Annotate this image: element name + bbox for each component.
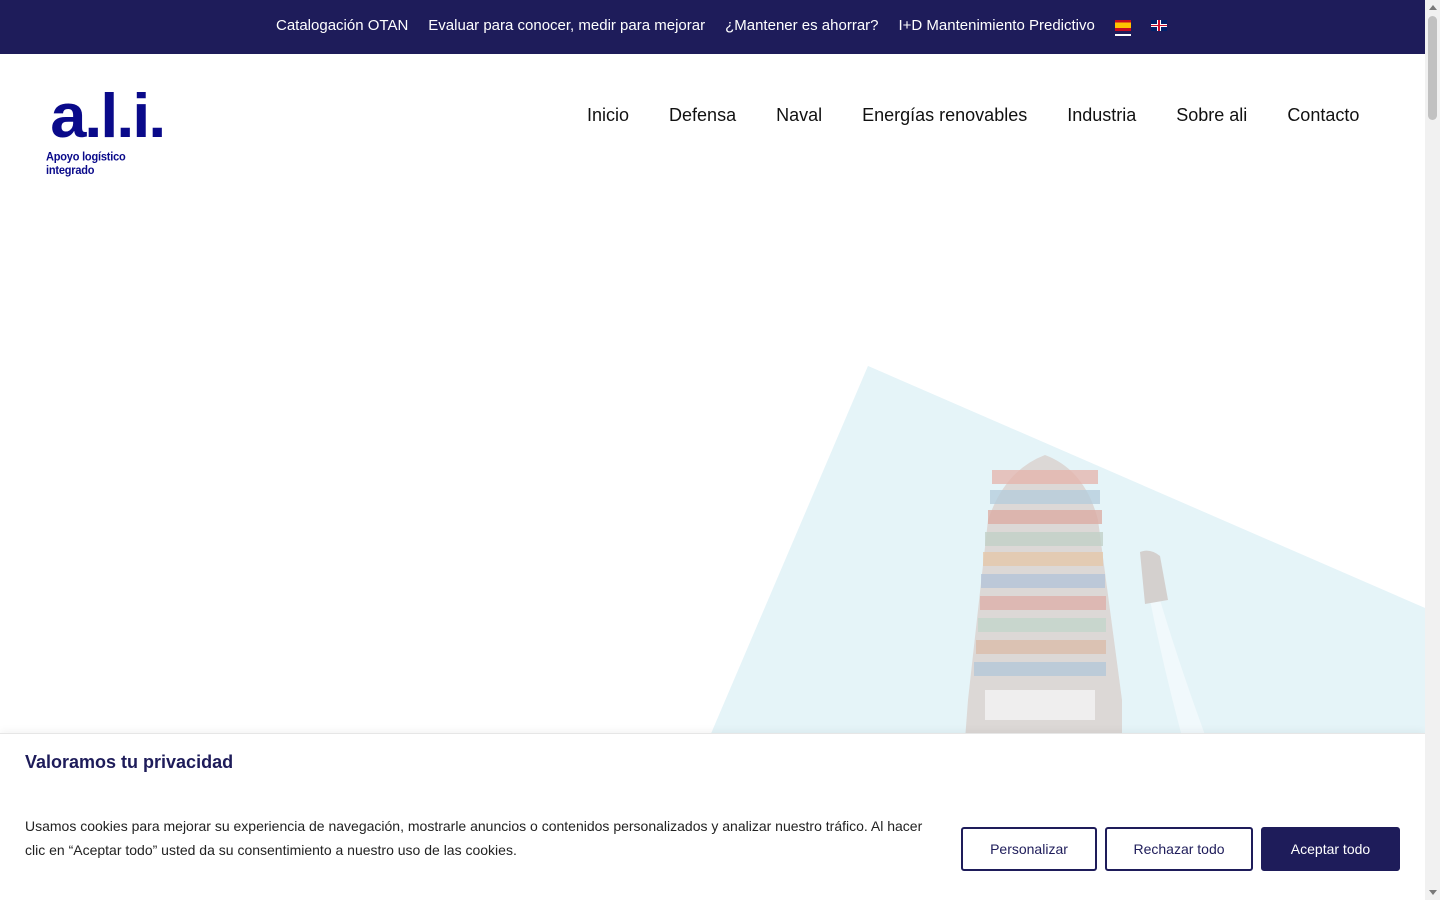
top-links: Catalogación OTAN Evaluar para conocer, … [276,0,1167,50]
top-link-catalogacion[interactable]: Catalogación OTAN [276,17,408,34]
cookie-buttons: Personalizar Rechazar todo Aceptar todo [961,827,1400,871]
page-scrollbar[interactable] [1425,0,1440,900]
logo-mark: a.l.i. [50,82,166,151]
customize-button[interactable]: Personalizar [961,827,1097,871]
top-bar: Catalogación OTAN Evaluar para conocer, … [0,0,1425,54]
tugboat-icon [1140,550,1168,604]
cookie-text: Usamos cookies para mejorar su experienc… [25,818,923,858]
main-nav: Inicio Defensa Naval Energías renovables… [587,105,1359,126]
spanish-flag-icon[interactable] [1114,19,1131,36]
site-logo[interactable]: a.l.i. Apoyo logístico integrado [46,86,176,178]
reject-all-button[interactable]: Rechazar todo [1105,827,1253,871]
logo-subtitle: Apoyo logístico integrado [46,150,126,178]
ship-icon [965,455,1122,740]
nav-item-defensa[interactable]: Defensa [669,105,736,126]
nav-item-sobre[interactable]: Sobre ali [1176,105,1247,126]
english-flag-icon[interactable] [1150,19,1167,31]
top-link-id[interactable]: I+D Mantenimiento Predictivo [899,17,1095,34]
nav-item-inicio[interactable]: Inicio [587,105,629,126]
nav-item-energias[interactable]: Energías renovables [862,105,1027,126]
accept-all-button[interactable]: Aceptar todo [1261,827,1400,871]
nav-item-naval[interactable]: Naval [776,105,822,126]
top-link-mantener[interactable]: ¿Mantener es ahorrar? [725,17,878,34]
scroll-down-icon[interactable] [1429,890,1437,895]
nav-item-contacto[interactable]: Contacto [1287,105,1359,126]
nav-item-industria[interactable]: Industria [1067,105,1136,126]
cookie-title: Valoramos tu privacidad [25,752,234,772]
scroll-up-icon[interactable] [1429,5,1437,10]
scroll-thumb[interactable] [1428,16,1437,120]
cookie-banner: Valoramos tu privacidad Usamos cookies p… [0,733,1425,900]
top-link-evaluar[interactable]: Evaluar para conocer, medir para mejorar [428,17,705,34]
